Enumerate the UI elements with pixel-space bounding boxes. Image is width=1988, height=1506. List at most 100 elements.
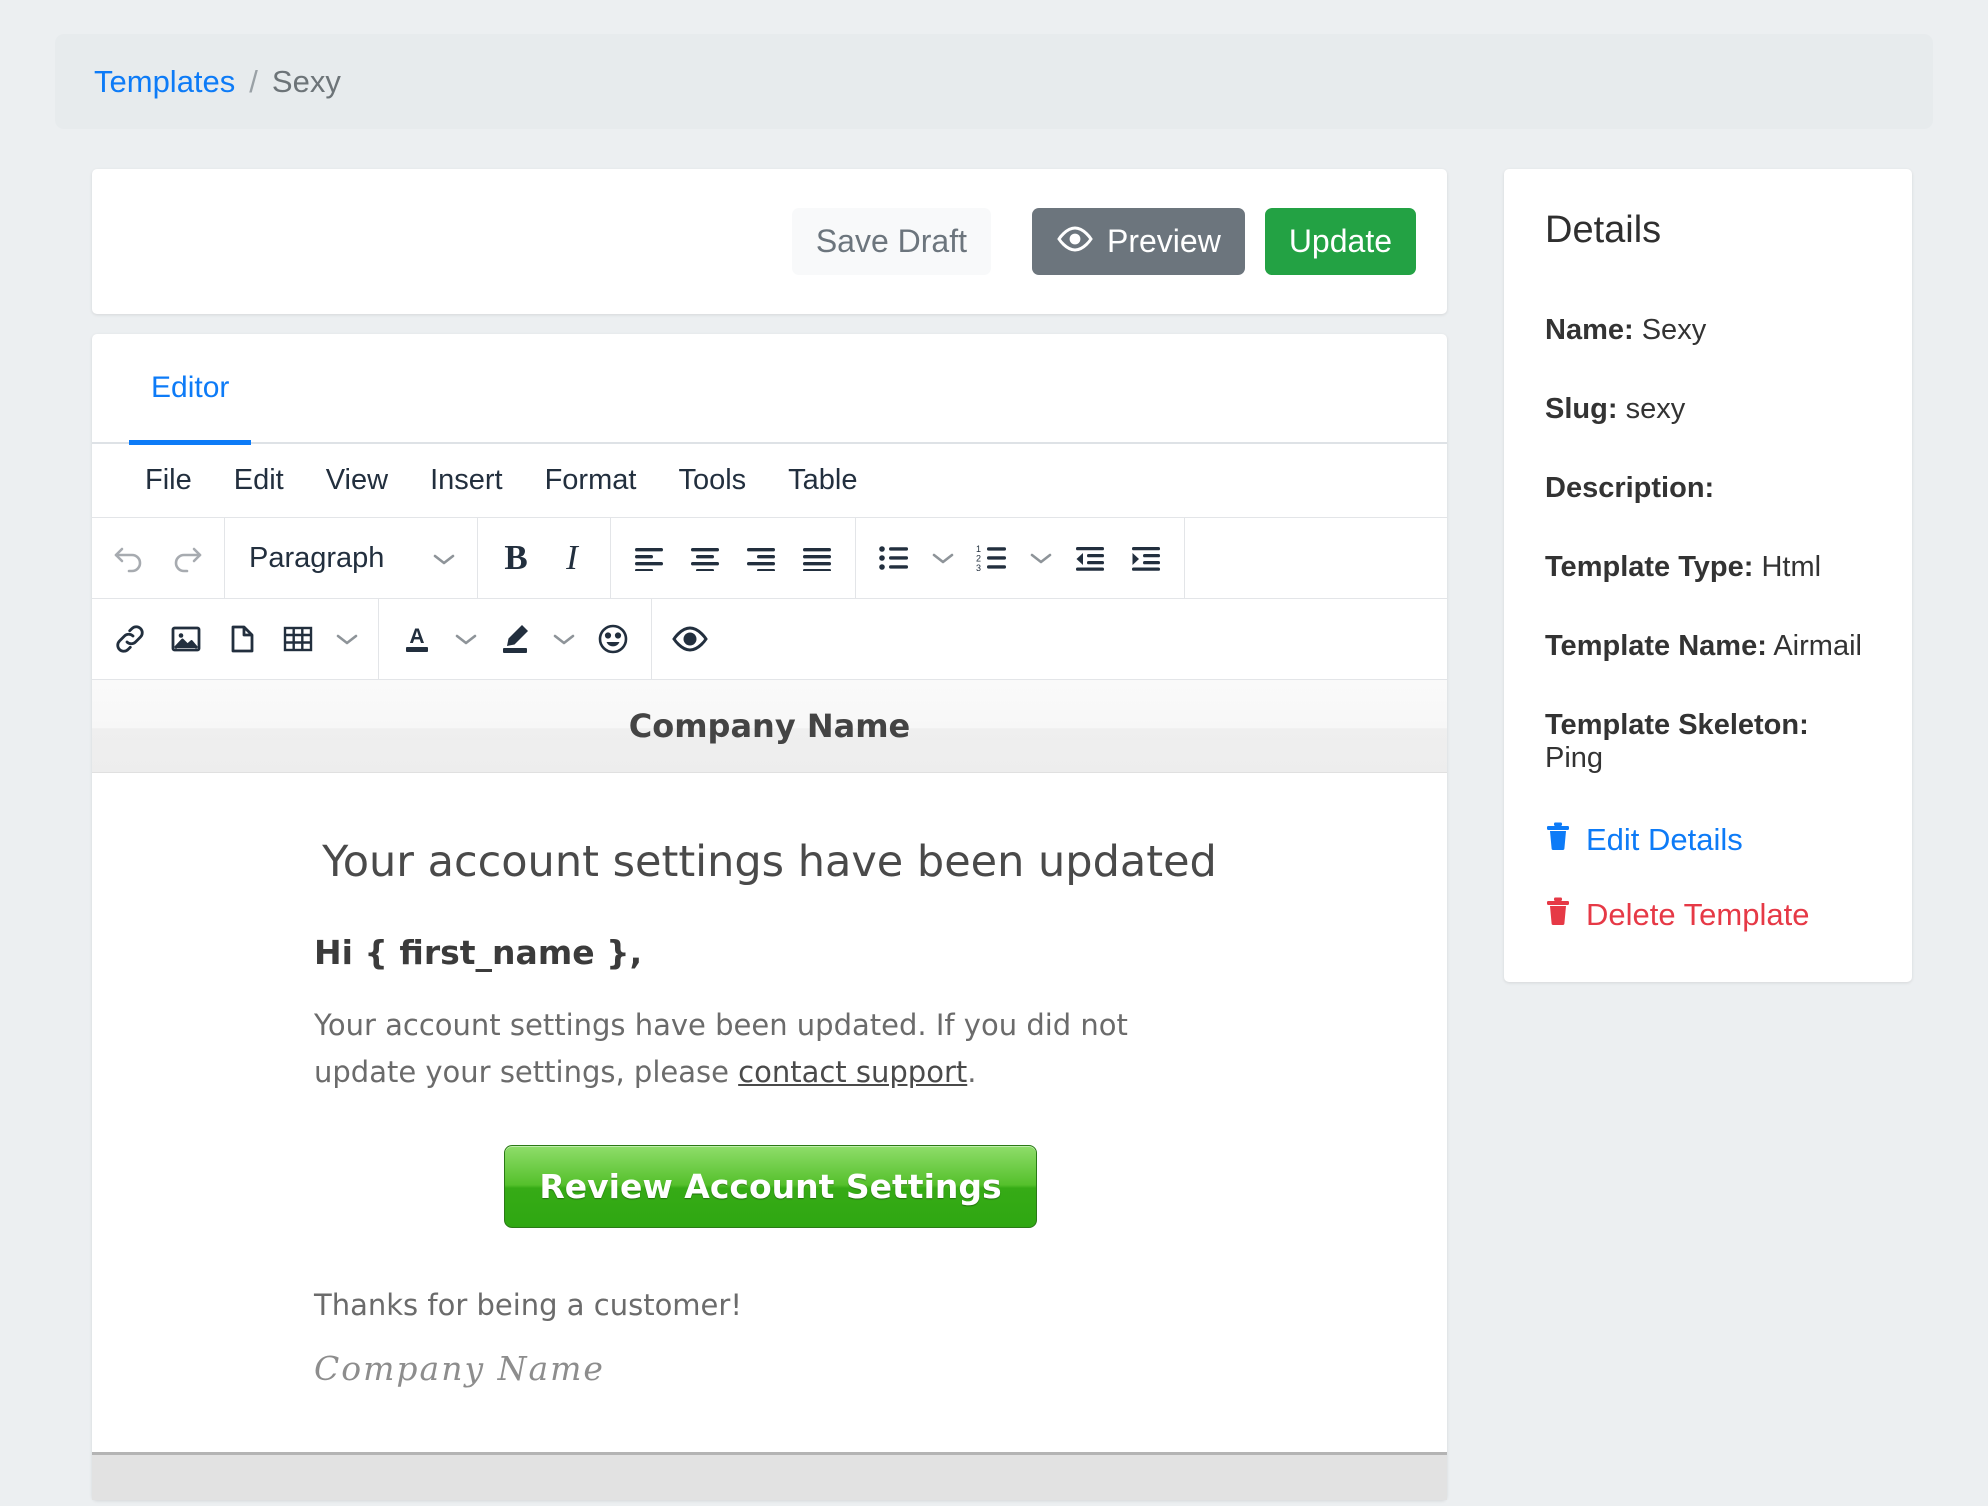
page-icon[interactable]: [214, 610, 270, 668]
details-field-template-type-label: Template Type:: [1545, 551, 1754, 583]
email-heading: Your account settings have been updated: [322, 837, 1217, 887]
menu-edit[interactable]: Edit: [213, 464, 305, 497]
svg-text:A: A: [409, 625, 424, 648]
eye-icon: [1056, 223, 1094, 260]
align-justify-icon[interactable]: [789, 529, 845, 587]
chevron-down-icon[interactable]: [922, 529, 964, 587]
review-account-settings-button[interactable]: Review Account Settings: [504, 1144, 1037, 1228]
chevron-down-icon[interactable]: [543, 610, 585, 668]
details-field-name-label: Name:: [1545, 314, 1634, 346]
chevron-down-icon[interactable]: [326, 610, 368, 668]
italic-icon[interactable]: I: [544, 529, 600, 587]
edit-details-link[interactable]: Edit Details: [1545, 821, 1871, 859]
tab-editor-label: Editor: [151, 371, 230, 404]
side-column: Details Name: Sexy Slug: sexy Descriptio…: [1504, 169, 1912, 982]
breadcrumb-link-templates[interactable]: Templates: [94, 64, 235, 100]
undo-icon[interactable]: [102, 529, 158, 587]
delete-template-link[interactable]: Delete Template: [1545, 896, 1871, 934]
details-field-description: Description:: [1545, 472, 1871, 505]
details-field-slug: Slug: sexy: [1545, 393, 1871, 426]
details-field-template-name: Template Name: Airmail: [1545, 630, 1871, 663]
email-body[interactable]: Your account settings have been updated …: [92, 773, 1447, 1452]
chevron-down-icon[interactable]: [1020, 529, 1062, 587]
menu-insert[interactable]: Insert: [409, 464, 524, 497]
email-paragraph-part1: Your account settings have been updated.…: [314, 1008, 1128, 1089]
breadcrumb-current: Sexy: [271, 63, 341, 99]
email-header: Company Name: [92, 680, 1447, 773]
align-right-icon[interactable]: [733, 529, 789, 587]
preview-button-label: Preview: [1107, 223, 1221, 259]
history-group: [92, 518, 225, 598]
edit-details-label: Edit Details: [1586, 822, 1743, 857]
svg-text:2: 2: [976, 554, 981, 564]
details-field-name-value: Sexy: [1641, 314, 1707, 346]
inline-format-group: B I: [478, 518, 611, 598]
preview-group: [652, 599, 728, 679]
image-icon[interactable]: [158, 610, 214, 668]
details-field-template-type: Template Type: Html: [1545, 551, 1871, 584]
block-format-group: Paragraph: [225, 518, 478, 598]
format-select-value: Paragraph: [249, 541, 385, 574]
editor-toolbar-row-1: Paragraph B I 1 2 3: [92, 518, 1447, 599]
align-left-icon[interactable]: [621, 529, 677, 587]
trash-icon: [1545, 821, 1571, 859]
toolbar-row1-spacer: [1185, 518, 1205, 598]
email-footer: [92, 1451, 1447, 1500]
action-bar: Save Draft Preview Update: [92, 169, 1447, 314]
list-group: 123: [856, 518, 1185, 598]
menu-view[interactable]: View: [305, 464, 409, 497]
alignment-group: [611, 518, 856, 598]
chevron-down-icon: [431, 542, 457, 575]
details-field-template-skeleton: Template Skeleton: Ping: [1545, 709, 1871, 775]
preview-eye-icon[interactable]: [662, 610, 718, 668]
breadcrumb-separator: /: [249, 63, 258, 99]
page-root: Templates / Sexy Save Draft Preview Upda…: [0, 34, 1988, 1506]
email-header-title: Company Name: [628, 707, 911, 745]
details-panel: Details Name: Sexy Slug: sexy Descriptio…: [1504, 169, 1912, 982]
chevron-down-icon[interactable]: [445, 610, 487, 668]
insert-group: [92, 599, 379, 679]
email-greeting: Hi { first_name },: [314, 933, 643, 972]
email-thanks: Thanks for being a customer!: [314, 1287, 742, 1322]
indent-icon[interactable]: [1118, 529, 1174, 587]
save-draft-button[interactable]: Save Draft: [791, 208, 991, 275]
format-select[interactable]: Paragraph: [235, 529, 467, 587]
update-button[interactable]: Update: [1264, 208, 1416, 275]
tab-editor[interactable]: Editor: [129, 333, 252, 445]
details-field-slug-value: sexy: [1625, 393, 1686, 425]
details-field-template-type-value: Html: [1761, 551, 1822, 583]
menu-format[interactable]: Format: [524, 464, 658, 497]
highlight-icon[interactable]: [487, 610, 543, 668]
details-field-template-name-label: Template Name:: [1545, 630, 1767, 662]
email-cta-wrapper: Review Account Settings: [314, 1096, 1227, 1288]
details-field-template-name-value: Airmail: [1773, 630, 1862, 662]
numbered-list-icon[interactable]: 123: [964, 529, 1020, 587]
editor-menubar: File Edit View Insert Format Tools Table: [92, 444, 1447, 518]
main-column: Save Draft Preview Update Editor File Ed…: [92, 169, 1447, 1500]
contact-support-link[interactable]: contact support: [738, 1055, 967, 1089]
menu-tools[interactable]: Tools: [657, 464, 767, 497]
table-icon[interactable]: [270, 610, 326, 668]
svg-text:3: 3: [976, 563, 981, 572]
emoji-icon[interactable]: [585, 610, 641, 668]
bold-icon[interactable]: B: [488, 529, 544, 587]
align-center-icon[interactable]: [677, 529, 733, 587]
email-paragraph-part2: .: [967, 1054, 977, 1089]
delete-template-label: Delete Template: [1586, 897, 1810, 932]
details-field-name: Name: Sexy: [1545, 314, 1871, 347]
email-signature: Company Name: [314, 1348, 605, 1388]
details-field-template-skeleton-label: Template Skeleton:: [1545, 709, 1809, 741]
trash-icon: [1545, 896, 1571, 934]
bullet-list-icon[interactable]: [866, 529, 922, 587]
content-columns: Save Draft Preview Update Editor File Ed…: [55, 169, 1933, 1500]
menu-table[interactable]: Table: [767, 464, 878, 497]
redo-icon[interactable]: [158, 529, 214, 587]
preview-button[interactable]: Preview: [1032, 208, 1245, 275]
text-color-icon[interactable]: A: [389, 610, 445, 668]
details-title: Details: [1545, 209, 1662, 251]
outdent-icon[interactable]: [1062, 529, 1118, 587]
menu-file[interactable]: File: [124, 464, 213, 497]
link-icon[interactable]: [102, 610, 158, 668]
color-group: A: [379, 599, 652, 679]
email-inner: Hi { first_name }, Your account settings…: [92, 933, 1447, 1452]
